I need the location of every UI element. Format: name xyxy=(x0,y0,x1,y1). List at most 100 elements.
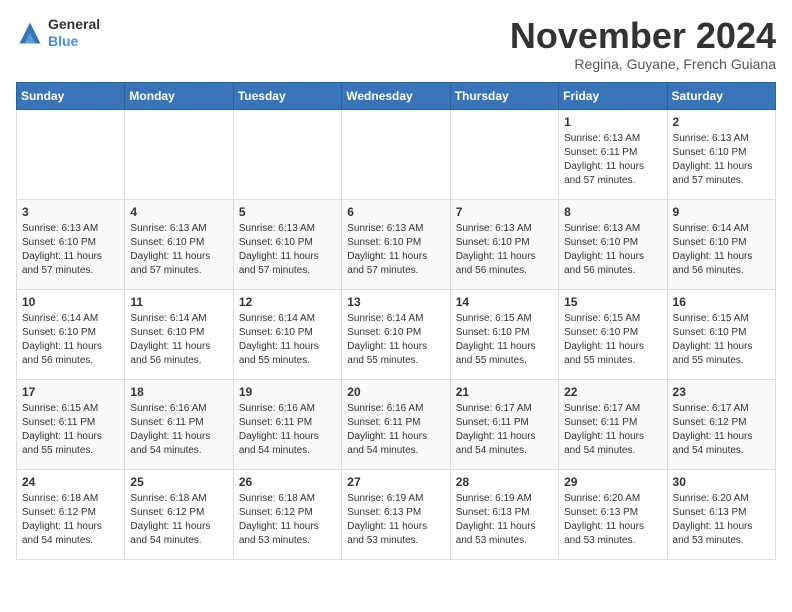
day-number: 8 xyxy=(564,204,661,221)
calendar-cell: 25Sunrise: 6:18 AMSunset: 6:12 PMDayligh… xyxy=(125,469,233,559)
calendar-cell: 19Sunrise: 6:16 AMSunset: 6:11 PMDayligh… xyxy=(233,379,341,469)
day-info: Sunrise: 6:20 AMSunset: 6:13 PMDaylight:… xyxy=(673,492,770,548)
month-title: November 2024 xyxy=(510,16,776,56)
day-info: Sunrise: 6:18 AMSunset: 6:12 PMDaylight:… xyxy=(239,492,336,548)
weekday-header-sunday: Sunday xyxy=(17,82,125,109)
calendar-cell xyxy=(233,109,341,199)
weekday-header-saturday: Saturday xyxy=(667,82,775,109)
weekday-header-friday: Friday xyxy=(559,82,667,109)
day-info: Sunrise: 6:17 AMSunset: 6:11 PMDaylight:… xyxy=(456,402,553,458)
day-number: 29 xyxy=(564,474,661,491)
calendar-cell: 1Sunrise: 6:13 AMSunset: 6:11 PMDaylight… xyxy=(559,109,667,199)
calendar-header: SundayMondayTuesdayWednesdayThursdayFrid… xyxy=(17,82,776,109)
weekday-header-tuesday: Tuesday xyxy=(233,82,341,109)
calendar-cell: 26Sunrise: 6:18 AMSunset: 6:12 PMDayligh… xyxy=(233,469,341,559)
logo-text: General Blue xyxy=(48,16,100,50)
calendar-week-3: 10 Sunrise: 6:14 AMSunset: 6:10 PMDayligh… xyxy=(17,289,776,379)
day-info: Sunrise: 6:15 AMSunset: 6:11 PMDaylight:… xyxy=(22,402,119,458)
day-number: 22 xyxy=(564,384,661,401)
day-number: 13 xyxy=(347,294,444,311)
calendar-cell: 14Sunrise: 6:15 AMSunset: 6:10 PMDayligh… xyxy=(450,289,558,379)
calendar-cell: 30Sunrise: 6:20 AMSunset: 6:13 PMDayligh… xyxy=(667,469,775,559)
calendar-cell: 29Sunrise: 6:20 AMSunset: 6:13 PMDayligh… xyxy=(559,469,667,559)
logo-line1: General xyxy=(48,16,100,33)
day-number: 24 xyxy=(22,474,119,491)
day-number: 19 xyxy=(239,384,336,401)
calendar-cell: 6Sunrise: 6:13 AMSunset: 6:10 PMDaylight… xyxy=(342,199,450,289)
calendar-cell xyxy=(17,109,125,199)
day-number: 14 xyxy=(456,294,553,311)
calendar-cell: 13Sunrise: 6:14 AMSunset: 6:10 PMDayligh… xyxy=(342,289,450,379)
day-number: 1 xyxy=(564,114,661,131)
day-info: Sunrise: 6:13 AMSunset: 6:10 PMDaylight:… xyxy=(347,222,444,278)
day-number: 10 xyxy=(22,294,119,311)
day-number: 5 xyxy=(239,204,336,221)
calendar-week-4: 17Sunrise: 6:15 AMSunset: 6:11 PMDayligh… xyxy=(17,379,776,469)
calendar-cell xyxy=(342,109,450,199)
logo: General Blue xyxy=(16,16,100,50)
calendar-body: 1Sunrise: 6:13 AMSunset: 6:11 PMDaylight… xyxy=(17,109,776,559)
day-number: 3 xyxy=(22,204,119,221)
calendar-cell: 4Sunrise: 6:13 AMSunset: 6:10 PMDaylight… xyxy=(125,199,233,289)
calendar-table: SundayMondayTuesdayWednesdayThursdayFrid… xyxy=(16,82,776,560)
day-number: 17 xyxy=(22,384,119,401)
calendar-cell: 8Sunrise: 6:13 AMSunset: 6:10 PMDaylight… xyxy=(559,199,667,289)
day-info: Sunrise: 6:13 AMSunset: 6:10 PMDaylight:… xyxy=(22,222,119,278)
day-info: Sunrise: 6:15 AMSunset: 6:10 PMDaylight:… xyxy=(564,312,661,368)
day-info: Sunrise: 6:14 AMSunset: 6:10 PMDaylight:… xyxy=(130,312,227,368)
day-info: Sunrise: 6:16 AMSunset: 6:11 PMDaylight:… xyxy=(130,402,227,458)
calendar-cell: 2Sunrise: 6:13 AMSunset: 6:10 PMDaylight… xyxy=(667,109,775,199)
calendar-cell: 17Sunrise: 6:15 AMSunset: 6:11 PMDayligh… xyxy=(17,379,125,469)
weekday-header-row: SundayMondayTuesdayWednesdayThursdayFrid… xyxy=(17,82,776,109)
day-info: Sunrise: 6:20 AMSunset: 6:13 PMDaylight:… xyxy=(564,492,661,548)
day-number: 11 xyxy=(130,294,227,311)
weekday-header-thursday: Thursday xyxy=(450,82,558,109)
day-number: 7 xyxy=(456,204,553,221)
day-number: 16 xyxy=(673,294,770,311)
day-info: Sunrise: 6:16 AMSunset: 6:11 PMDaylight:… xyxy=(347,402,444,458)
day-info: Sunrise: 6:19 AMSunset: 6:13 PMDaylight:… xyxy=(456,492,553,548)
calendar-cell: 21Sunrise: 6:17 AMSunset: 6:11 PMDayligh… xyxy=(450,379,558,469)
calendar-cell: 22Sunrise: 6:17 AMSunset: 6:11 PMDayligh… xyxy=(559,379,667,469)
day-info: Sunrise: 6:17 AMSunset: 6:11 PMDaylight:… xyxy=(564,402,661,458)
day-number: 25 xyxy=(130,474,227,491)
location-subtitle: Regina, Guyane, French Guiana xyxy=(510,56,776,72)
calendar-cell: 5Sunrise: 6:13 AMSunset: 6:10 PMDaylight… xyxy=(233,199,341,289)
calendar-cell: 7Sunrise: 6:13 AMSunset: 6:10 PMDaylight… xyxy=(450,199,558,289)
calendar-cell: 23Sunrise: 6:17 AMSunset: 6:12 PMDayligh… xyxy=(667,379,775,469)
calendar-cell: 3Sunrise: 6:13 AMSunset: 6:10 PMDaylight… xyxy=(17,199,125,289)
day-info: Sunrise: 6:14 AMSunset: 6:10 PMDaylight:… xyxy=(347,312,444,368)
logo-line2: Blue xyxy=(48,33,100,50)
day-info: Sunrise: 6:13 AMSunset: 6:10 PMDaylight:… xyxy=(456,222,553,278)
calendar-cell xyxy=(450,109,558,199)
day-number: 18 xyxy=(130,384,227,401)
calendar-cell: 15Sunrise: 6:15 AMSunset: 6:10 PMDayligh… xyxy=(559,289,667,379)
weekday-header-wednesday: Wednesday xyxy=(342,82,450,109)
day-number: 6 xyxy=(347,204,444,221)
day-info: Sunrise: 6:18 AMSunset: 6:12 PMDaylight:… xyxy=(130,492,227,548)
logo-icon xyxy=(16,19,44,47)
day-number: 12 xyxy=(239,294,336,311)
calendar-cell: 24Sunrise: 6:18 AMSunset: 6:12 PMDayligh… xyxy=(17,469,125,559)
day-info: Sunrise: 6:17 AMSunset: 6:12 PMDaylight:… xyxy=(673,402,770,458)
day-info: Sunrise: 6:15 AMSunset: 6:10 PMDaylight:… xyxy=(456,312,553,368)
title-block: November 2024 Regina, Guyane, French Gui… xyxy=(510,16,776,72)
calendar-week-2: 3Sunrise: 6:13 AMSunset: 6:10 PMDaylight… xyxy=(17,199,776,289)
day-number: 28 xyxy=(456,474,553,491)
day-number: 23 xyxy=(673,384,770,401)
day-number: 4 xyxy=(130,204,227,221)
calendar-cell: 28Sunrise: 6:19 AMSunset: 6:13 PMDayligh… xyxy=(450,469,558,559)
calendar-cell: 18Sunrise: 6:16 AMSunset: 6:11 PMDayligh… xyxy=(125,379,233,469)
calendar-cell xyxy=(125,109,233,199)
calendar-week-5: 24Sunrise: 6:18 AMSunset: 6:12 PMDayligh… xyxy=(17,469,776,559)
page-header: General Blue November 2024 Regina, Guyan… xyxy=(16,16,776,72)
day-info: Sunrise: 6:13 AMSunset: 6:10 PMDaylight:… xyxy=(673,132,770,188)
day-info: Sunrise: 6:15 AMSunset: 6:10 PMDaylight:… xyxy=(673,312,770,368)
day-info: Sunrise: 6:18 AMSunset: 6:12 PMDaylight:… xyxy=(22,492,119,548)
day-info: Sunrise: 6:14 AMSunset: 6:10 PMDaylight:… xyxy=(673,222,770,278)
day-number: 15 xyxy=(564,294,661,311)
day-number: 2 xyxy=(673,114,770,131)
day-number: 30 xyxy=(673,474,770,491)
day-number: 20 xyxy=(347,384,444,401)
calendar-cell: 12Sunrise: 6:14 AMSunset: 6:10 PMDayligh… xyxy=(233,289,341,379)
